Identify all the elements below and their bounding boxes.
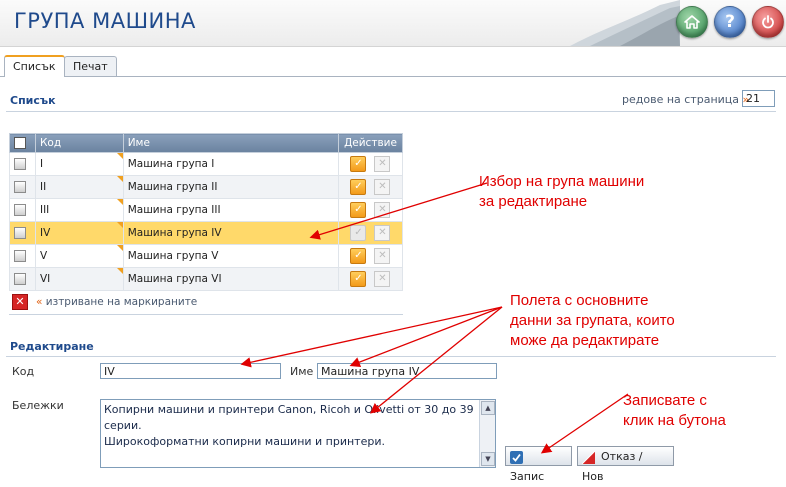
annotation-arrow <box>369 306 503 414</box>
annotation-arrow <box>309 182 488 240</box>
annotation-arrows <box>240 182 629 454</box>
annotation-arrow <box>349 306 503 368</box>
annotation-arrow <box>540 393 629 454</box>
annotation-arrow <box>240 306 503 368</box>
